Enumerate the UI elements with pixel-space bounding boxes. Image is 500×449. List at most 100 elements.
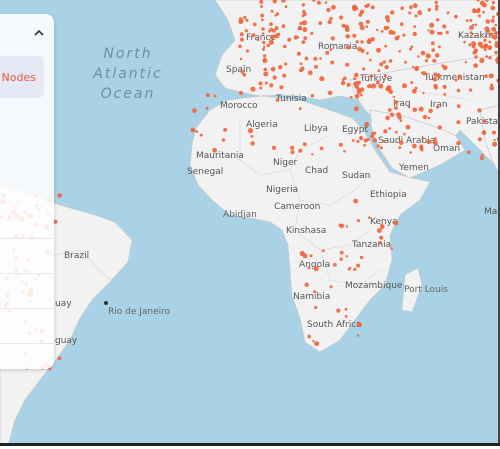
- node-marker[interactable]: [270, 9, 274, 13]
- node-marker[interactable]: [353, 198, 359, 204]
- node-marker[interactable]: [258, 81, 263, 86]
- node-marker[interactable]: [262, 54, 267, 58]
- node-marker[interactable]: [469, 18, 473, 22]
- node-marker[interactable]: [388, 59, 393, 63]
- node-marker[interactable]: [311, 153, 314, 156]
- node-marker[interactable]: [364, 4, 367, 8]
- node-marker[interactable]: [243, 15, 247, 19]
- node-marker[interactable]: [495, 57, 500, 63]
- node-marker[interactable]: [244, 29, 248, 33]
- node-marker[interactable]: [205, 106, 209, 110]
- node-marker[interactable]: [368, 58, 372, 62]
- node-marker[interactable]: [354, 72, 359, 78]
- node-marker[interactable]: [482, 119, 487, 124]
- node-marker[interactable]: [366, 85, 369, 88]
- node-marker[interactable]: [356, 219, 360, 223]
- node-marker[interactable]: [57, 356, 62, 361]
- node-marker[interactable]: [410, 45, 414, 48]
- node-marker[interactable]: [341, 23, 346, 28]
- node-marker[interactable]: [329, 285, 333, 289]
- node-marker[interactable]: [345, 62, 350, 67]
- node-marker[interactable]: [369, 74, 374, 78]
- node-marker[interactable]: [260, 5, 263, 8]
- node-marker[interactable]: [212, 147, 218, 153]
- node-marker[interactable]: [484, 26, 490, 32]
- node-marker[interactable]: [442, 84, 447, 89]
- node-marker[interactable]: [296, 35, 300, 39]
- map-viewport[interactable]: North Atlantic Ocean France Spain Morocc…: [0, 0, 500, 446]
- node-marker[interactable]: [364, 122, 370, 127]
- node-marker[interactable]: [372, 138, 377, 143]
- node-marker[interactable]: [397, 35, 400, 38]
- node-marker[interactable]: [384, 44, 388, 48]
- node-marker[interactable]: [432, 58, 437, 63]
- node-marker[interactable]: [393, 220, 399, 226]
- node-marker[interactable]: [479, 156, 485, 161]
- node-marker[interactable]: [269, 22, 273, 26]
- node-marker[interactable]: [353, 267, 357, 271]
- node-marker[interactable]: [400, 22, 404, 27]
- node-marker[interactable]: [491, 0, 495, 5]
- node-marker[interactable]: [383, 129, 388, 134]
- node-marker[interactable]: [445, 30, 449, 35]
- node-marker[interactable]: [313, 290, 317, 294]
- node-marker[interactable]: [493, 138, 496, 142]
- node-marker[interactable]: [324, 1, 328, 4]
- node-marker[interactable]: [422, 71, 427, 76]
- node-marker[interactable]: [376, 144, 380, 148]
- node-marker[interactable]: [496, 61, 499, 64]
- node-marker[interactable]: [469, 31, 473, 35]
- node-marker[interactable]: [312, 340, 315, 343]
- node-marker[interactable]: [318, 21, 323, 25]
- node-marker[interactable]: [301, 40, 306, 44]
- node-marker[interactable]: [313, 56, 318, 61]
- node-marker[interactable]: [359, 136, 364, 141]
- node-marker[interactable]: [363, 143, 366, 147]
- node-marker[interactable]: [397, 115, 402, 120]
- node-marker[interactable]: [431, 48, 436, 52]
- node-marker[interactable]: [57, 193, 62, 198]
- node-marker[interactable]: [446, 11, 450, 15]
- node-marker[interactable]: [269, 34, 275, 40]
- node-marker[interactable]: [321, 249, 325, 253]
- node-marker[interactable]: [409, 47, 413, 51]
- node-marker[interactable]: [345, 34, 351, 39]
- node-marker[interactable]: [471, 44, 476, 49]
- node-marker[interactable]: [259, 0, 264, 4]
- node-marker[interactable]: [417, 10, 423, 16]
- node-marker[interactable]: [376, 28, 379, 32]
- node-marker[interactable]: [467, 150, 471, 155]
- node-marker[interactable]: [413, 25, 417, 29]
- node-marker[interactable]: [352, 33, 357, 38]
- node-marker[interactable]: [343, 76, 347, 80]
- node-marker[interactable]: [386, 26, 390, 30]
- node-marker[interactable]: [199, 133, 203, 137]
- node-marker[interactable]: [360, 87, 365, 92]
- node-marker[interactable]: [382, 60, 386, 64]
- node-marker[interactable]: [436, 73, 441, 78]
- node-marker[interactable]: [301, 3, 306, 7]
- node-marker[interactable]: [432, 140, 438, 146]
- node-marker[interactable]: [395, 130, 398, 134]
- node-marker[interactable]: [195, 130, 199, 133]
- node-marker[interactable]: [427, 116, 431, 120]
- node-marker[interactable]: [261, 27, 265, 31]
- node-marker[interactable]: [205, 93, 210, 98]
- node-marker[interactable]: [356, 140, 360, 143]
- node-marker[interactable]: [302, 253, 308, 259]
- node-marker[interactable]: [355, 81, 358, 84]
- node-marker[interactable]: [360, 40, 364, 44]
- node-marker[interactable]: [325, 50, 330, 55]
- node-marker[interactable]: [329, 48, 333, 51]
- node-marker[interactable]: [278, 65, 283, 70]
- node-marker[interactable]: [275, 98, 280, 102]
- node-marker[interactable]: [284, 62, 288, 66]
- node-marker[interactable]: [269, 83, 274, 88]
- node-marker[interactable]: [271, 145, 277, 150]
- node-marker[interactable]: [375, 80, 380, 85]
- node-marker[interactable]: [275, 12, 280, 16]
- node-marker[interactable]: [351, 139, 355, 142]
- node-marker[interactable]: [403, 132, 406, 136]
- node-marker[interactable]: [468, 88, 473, 92]
- node-marker[interactable]: [336, 308, 341, 313]
